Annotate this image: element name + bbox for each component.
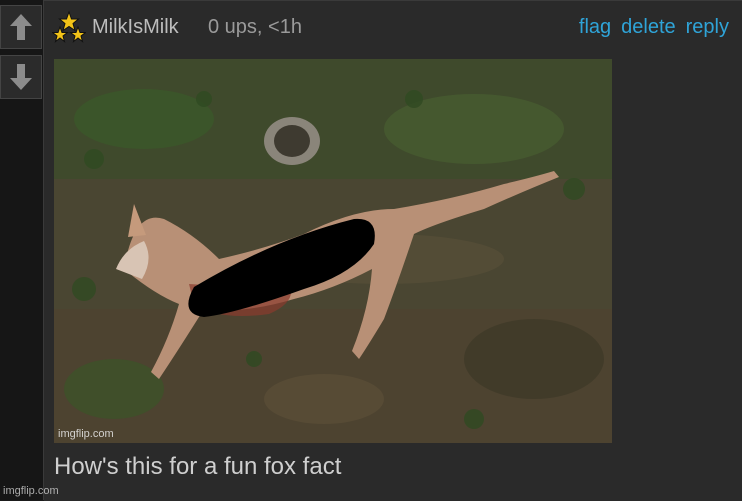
page-watermark: imgflip.com	[3, 485, 59, 497]
comment-caption: How's this for a fun fox fact	[54, 453, 342, 480]
meme-photo	[54, 59, 612, 443]
arrow-up-icon	[10, 14, 32, 40]
comment-actions: flag delete reply	[579, 16, 729, 39]
comment-image[interactable]: imgflip.com	[54, 59, 612, 443]
reply-link[interactable]: reply	[686, 16, 729, 39]
upvote-button[interactable]	[0, 5, 42, 49]
comment-meta: 0 ups, <1h	[208, 16, 302, 38]
delete-link[interactable]: delete	[621, 16, 676, 39]
comment-header: MilkIsMilk 0 ups, <1h flag delete reply	[44, 1, 742, 53]
image-watermark: imgflip.com	[58, 428, 114, 440]
downvote-button[interactable]	[0, 55, 42, 99]
vote-column	[0, 0, 44, 500]
stars-avatar-icon	[52, 10, 86, 43]
comment: MilkIsMilk 0 ups, <1h flag delete reply	[44, 0, 742, 501]
flag-link[interactable]: flag	[579, 16, 611, 39]
comment-author-link[interactable]: MilkIsMilk	[92, 16, 179, 39]
arrow-down-icon	[10, 64, 32, 90]
